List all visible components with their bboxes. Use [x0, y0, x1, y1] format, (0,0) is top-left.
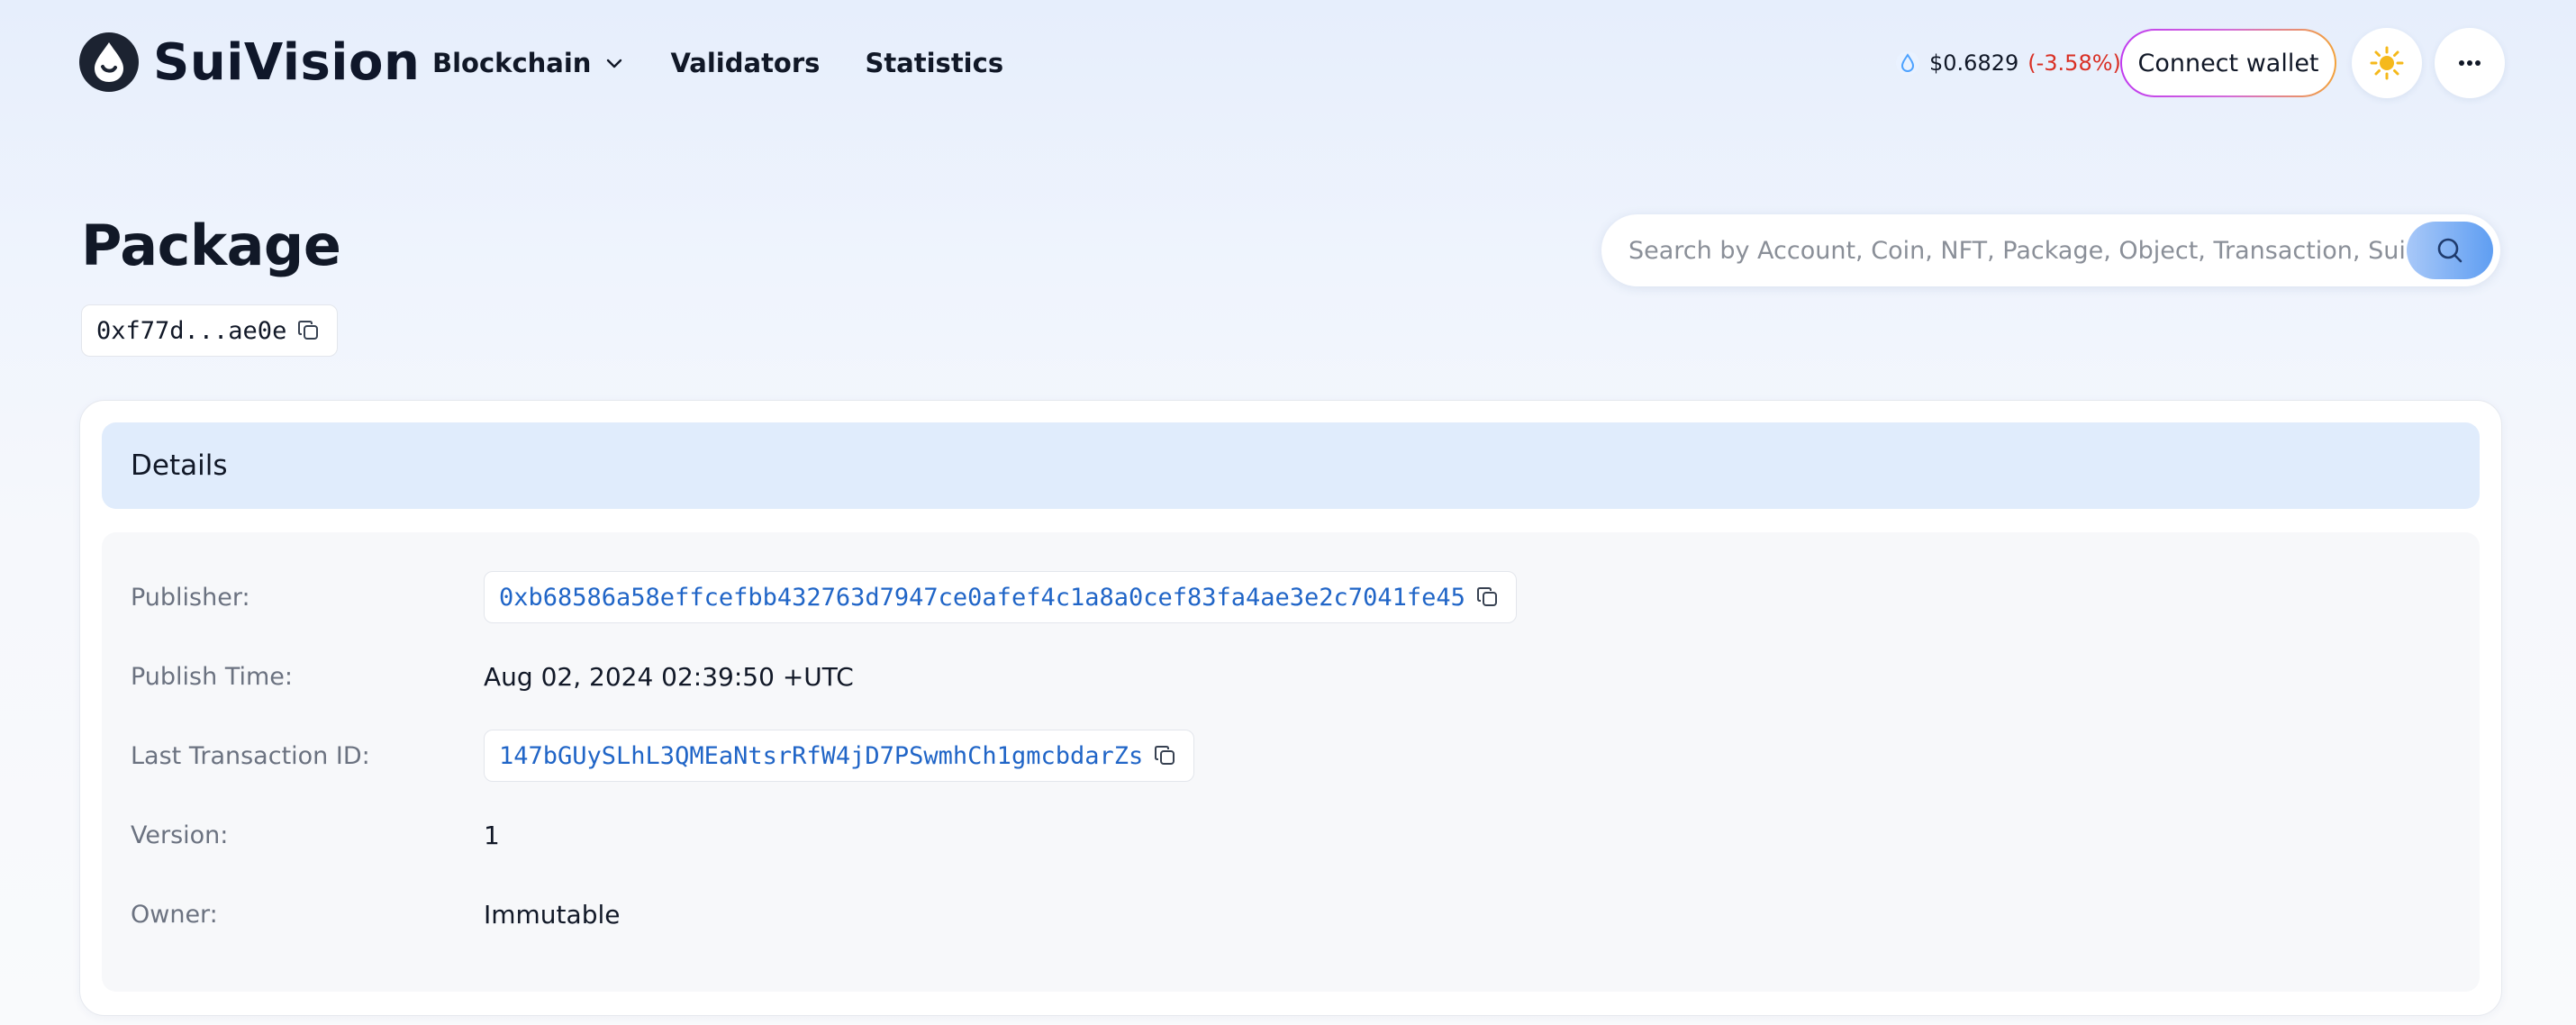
- connect-wallet-button[interactable]: Connect wallet: [2120, 29, 2336, 97]
- owner-value: Immutable: [484, 899, 621, 930]
- page-title: Package: [81, 213, 341, 278]
- copy-icon[interactable]: [1152, 742, 1179, 769]
- detail-row-version: Version: 1: [131, 808, 2436, 862]
- detail-label: Last Transaction ID:: [131, 741, 370, 770]
- detail-row-publisher: Publisher: 0xb68586a58effcefbb432763d794…: [131, 570, 2436, 624]
- publisher-address-link[interactable]: 0xb68586a58effcefbb432763d7947ce0afef4c1…: [499, 584, 1465, 612]
- search-bar: [1601, 214, 2500, 286]
- sui-token-icon: [1896, 51, 1919, 75]
- copy-icon[interactable]: [295, 317, 322, 344]
- top-navbar: SuiVision Blockchain Validators Statisti…: [0, 0, 2576, 126]
- nav-item-label: Validators: [670, 48, 821, 78]
- details-header: Details: [102, 422, 2480, 509]
- detail-label: Publisher:: [131, 583, 250, 612]
- nav-item-blockchain[interactable]: Blockchain: [432, 48, 625, 78]
- nav-item-validators[interactable]: Validators: [670, 48, 820, 78]
- main-nav: Blockchain Validators Statistics: [432, 41, 1003, 85]
- detail-row-owner: Owner: Immutable: [131, 887, 2436, 941]
- last-transaction-chip: 147bGUySLhL3QMEaNtsrRfW4jD7PSwmhCh1gmcbd…: [484, 730, 1195, 782]
- detail-row-publish-time: Publish Time: Aug 02, 2024 02:39:50 +UTC: [131, 649, 2436, 703]
- sui-price-ticker: $0.6829 (-3.58%): [1895, 45, 2121, 81]
- sun-icon: [2370, 46, 2404, 80]
- package-address-chip: 0xf77d...ae0e: [81, 304, 339, 357]
- brand-name: SuiVision: [153, 32, 421, 92]
- package-address: 0xf77d...ae0e: [96, 316, 287, 345]
- more-horizontal-icon: [2459, 60, 2481, 66]
- search-input[interactable]: [1601, 214, 2407, 286]
- search-icon: [2437, 238, 2463, 263]
- detail-row-last-transaction: Last Transaction ID: 147bGUySLhL3QMEaNts…: [131, 729, 2436, 783]
- details-body: Publisher: 0xb68586a58effcefbb432763d794…: [102, 532, 2480, 992]
- version-value: 1: [484, 820, 500, 850]
- search-button[interactable]: [2407, 222, 2493, 279]
- last-transaction-link[interactable]: 147bGUySLhL3QMEaNtsrRfW4jD7PSwmhCh1gmcbd…: [499, 742, 1143, 770]
- detail-label: Owner:: [131, 900, 218, 929]
- nav-item-label: Blockchain: [432, 48, 592, 78]
- sui-price: $0.6829: [1929, 50, 2019, 76]
- detail-label: Version:: [131, 821, 229, 849]
- nav-item-label: Statistics: [865, 48, 1004, 78]
- publisher-chip: 0xb68586a58effcefbb432763d7947ce0afef4c1…: [484, 571, 1517, 623]
- details-card: Details Publisher: 0xb68586a58effcefbb43…: [79, 400, 2502, 1016]
- nav-item-statistics[interactable]: Statistics: [865, 48, 1003, 78]
- theme-toggle-button[interactable]: [2352, 28, 2422, 98]
- copy-icon[interactable]: [1474, 584, 1501, 611]
- detail-label: Publish Time:: [131, 662, 293, 691]
- connect-wallet-label: Connect wallet: [2122, 31, 2335, 95]
- sui-price-change: (-3.58%): [2027, 50, 2121, 76]
- publish-time-value: Aug 02, 2024 02:39:50 +UTC: [484, 661, 854, 692]
- more-menu-button[interactable]: [2435, 28, 2505, 98]
- sui-logo-icon: [79, 32, 139, 92]
- chevron-down-icon: [607, 59, 622, 68]
- logo[interactable]: SuiVision: [79, 32, 420, 92]
